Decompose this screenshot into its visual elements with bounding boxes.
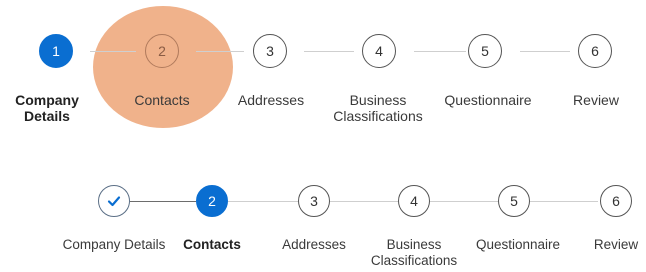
connector-line [330, 201, 398, 202]
step-1-circle[interactable] [98, 185, 130, 217]
step-1-label[interactable]: Company Details [0, 92, 103, 124]
step-3-label[interactable]: Addresses [206, 92, 336, 108]
step-4-circle[interactable]: 4 [362, 34, 396, 68]
check-icon [107, 196, 121, 207]
connector-line [196, 51, 244, 52]
connector-line [520, 51, 570, 52]
step-3-circle[interactable]: 3 [298, 185, 330, 217]
step-4-label[interactable]: Business Classifications [321, 92, 435, 126]
step-4-circle[interactable]: 4 [398, 185, 430, 217]
step-1-circle[interactable]: 1 [39, 34, 73, 68]
step-6-circle[interactable]: 6 [578, 34, 612, 68]
step-6-circle[interactable]: 6 [600, 185, 632, 217]
step-5-label[interactable]: Questionnaire [453, 237, 583, 253]
step-5-label[interactable]: Questionnaire [424, 92, 552, 108]
step-2-circle[interactable]: 2 [196, 185, 228, 217]
connector-line [414, 51, 466, 52]
connector-line [130, 201, 196, 202]
connector-line [530, 201, 598, 202]
connector-line [90, 51, 136, 52]
connector-line [228, 201, 298, 202]
step-5-circle[interactable]: 5 [468, 34, 502, 68]
step-2-circle[interactable]: 2 [145, 34, 179, 68]
step-6-label[interactable]: Review [566, 237, 646, 253]
step-3-circle[interactable]: 3 [253, 34, 287, 68]
connector-line [304, 51, 354, 52]
step-6-label[interactable]: Review [546, 92, 646, 108]
step-5-circle[interactable]: 5 [498, 185, 530, 217]
connector-line [430, 201, 498, 202]
